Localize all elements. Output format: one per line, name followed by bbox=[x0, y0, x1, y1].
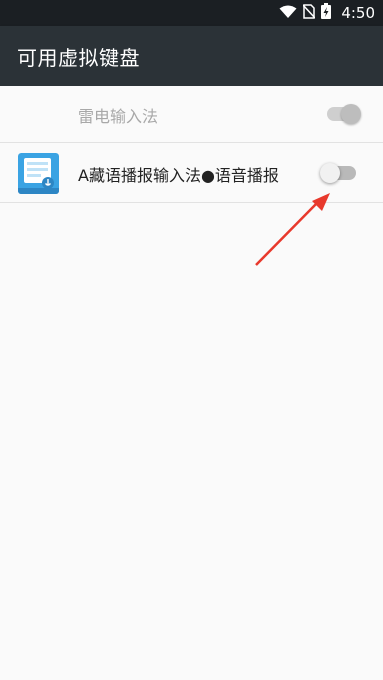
status-icons: 4:50 bbox=[279, 0, 375, 26]
divider bbox=[0, 202, 383, 203]
wifi-icon bbox=[279, 4, 297, 23]
keyboard-item-tibetan[interactable]: A藏语播报输入法●语音播报 bbox=[0, 143, 383, 203]
keyboard-item-leidian[interactable]: 雷电输入法 bbox=[0, 86, 383, 143]
page-title: 可用虚拟键盘 bbox=[17, 46, 140, 70]
app-bar: 可用虚拟键盘 bbox=[0, 26, 383, 86]
toggle-thumb bbox=[320, 163, 340, 183]
status-bar: 4:50 bbox=[0, 0, 383, 26]
battery-charging-icon bbox=[321, 3, 332, 23]
no-sim-icon bbox=[302, 3, 316, 23]
status-time: 4:50 bbox=[341, 4, 375, 22]
keyboard-item-label: A藏语播报输入法●语音播报 bbox=[78, 166, 279, 185]
keyboard-item-label: 雷电输入法 bbox=[78, 107, 159, 126]
toggle-thumb bbox=[341, 104, 361, 124]
keyboard-app-icon bbox=[18, 153, 59, 194]
